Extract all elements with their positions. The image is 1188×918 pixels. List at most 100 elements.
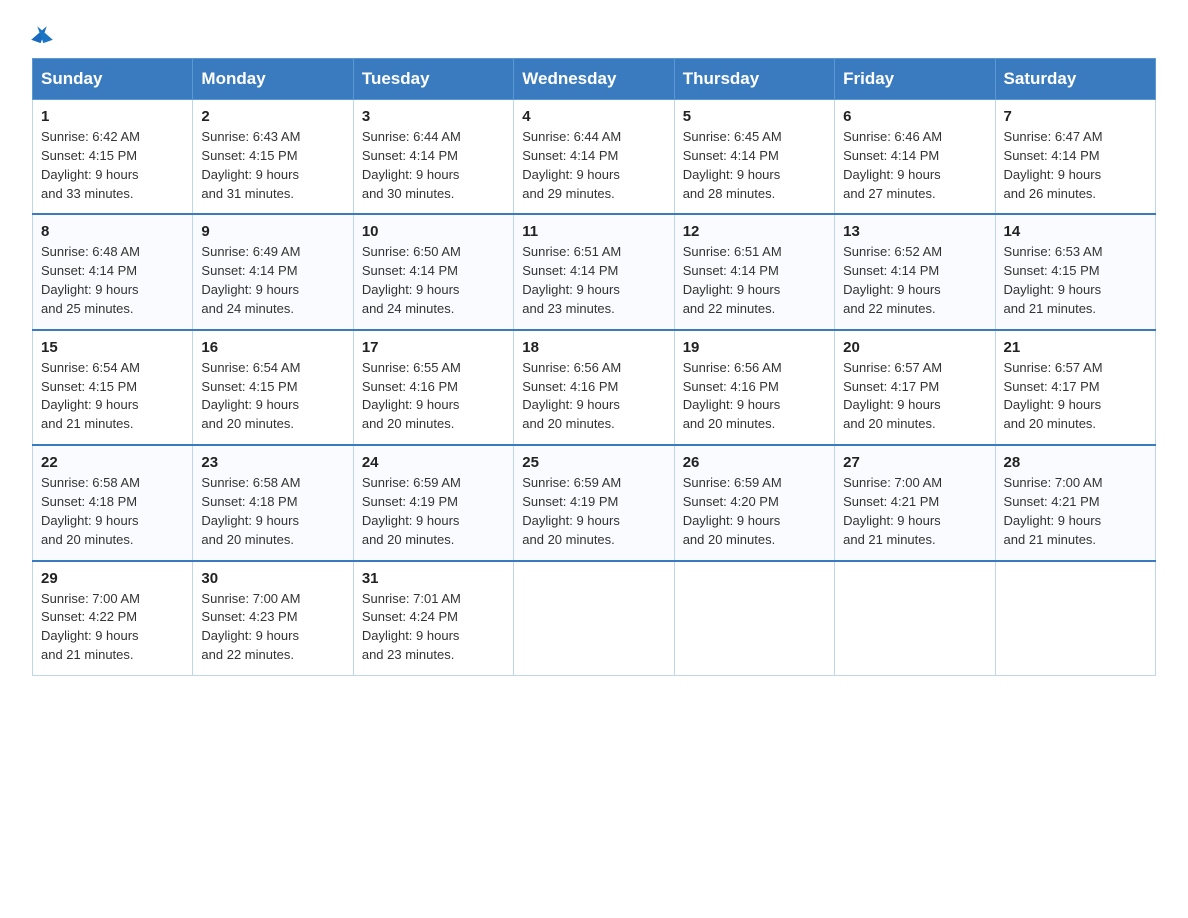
day-info: Sunrise: 6:58 AMSunset: 4:18 PMDaylight:…	[201, 475, 300, 547]
calendar-cell: 20 Sunrise: 6:57 AMSunset: 4:17 PMDaylig…	[835, 330, 995, 445]
column-header-sunday: Sunday	[33, 59, 193, 100]
day-number: 25	[522, 454, 665, 471]
calendar-week-row: 1 Sunrise: 6:42 AMSunset: 4:15 PMDayligh…	[33, 100, 1156, 215]
day-number: 23	[201, 454, 344, 471]
day-info: Sunrise: 6:57 AMSunset: 4:17 PMDaylight:…	[1004, 360, 1103, 432]
calendar-cell: 28 Sunrise: 7:00 AMSunset: 4:21 PMDaylig…	[995, 445, 1155, 560]
day-number: 12	[683, 223, 826, 240]
calendar-cell: 23 Sunrise: 6:58 AMSunset: 4:18 PMDaylig…	[193, 445, 353, 560]
calendar-cell: 12 Sunrise: 6:51 AMSunset: 4:14 PMDaylig…	[674, 214, 834, 329]
calendar-cell: 21 Sunrise: 6:57 AMSunset: 4:17 PMDaylig…	[995, 330, 1155, 445]
calendar-cell	[514, 561, 674, 676]
day-number: 21	[1004, 339, 1147, 356]
day-number: 7	[1004, 108, 1147, 125]
calendar-cell: 5 Sunrise: 6:45 AMSunset: 4:14 PMDayligh…	[674, 100, 834, 215]
calendar-week-row: 15 Sunrise: 6:54 AMSunset: 4:15 PMDaylig…	[33, 330, 1156, 445]
day-number: 19	[683, 339, 826, 356]
day-number: 13	[843, 223, 986, 240]
calendar-cell	[995, 561, 1155, 676]
day-info: Sunrise: 6:50 AMSunset: 4:14 PMDaylight:…	[362, 244, 461, 316]
day-number: 1	[41, 108, 184, 125]
day-number: 28	[1004, 454, 1147, 471]
day-info: Sunrise: 6:57 AMSunset: 4:17 PMDaylight:…	[843, 360, 942, 432]
day-info: Sunrise: 6:47 AMSunset: 4:14 PMDaylight:…	[1004, 129, 1103, 201]
calendar-cell: 1 Sunrise: 6:42 AMSunset: 4:15 PMDayligh…	[33, 100, 193, 215]
calendar-cell: 30 Sunrise: 7:00 AMSunset: 4:23 PMDaylig…	[193, 561, 353, 676]
day-number: 15	[41, 339, 184, 356]
day-number: 10	[362, 223, 505, 240]
calendar-cell: 24 Sunrise: 6:59 AMSunset: 4:19 PMDaylig…	[353, 445, 513, 560]
day-number: 18	[522, 339, 665, 356]
calendar-week-row: 22 Sunrise: 6:58 AMSunset: 4:18 PMDaylig…	[33, 445, 1156, 560]
day-info: Sunrise: 6:51 AMSunset: 4:14 PMDaylight:…	[522, 244, 621, 316]
page-header	[32, 24, 1156, 38]
calendar-cell: 31 Sunrise: 7:01 AMSunset: 4:24 PMDaylig…	[353, 561, 513, 676]
day-number: 30	[201, 570, 344, 587]
calendar-cell: 17 Sunrise: 6:55 AMSunset: 4:16 PMDaylig…	[353, 330, 513, 445]
day-info: Sunrise: 7:00 AMSunset: 4:21 PMDaylight:…	[1004, 475, 1103, 547]
day-number: 17	[362, 339, 505, 356]
calendar-cell: 2 Sunrise: 6:43 AMSunset: 4:15 PMDayligh…	[193, 100, 353, 215]
day-number: 26	[683, 454, 826, 471]
day-info: Sunrise: 6:43 AMSunset: 4:15 PMDaylight:…	[201, 129, 300, 201]
column-header-monday: Monday	[193, 59, 353, 100]
calendar-cell: 19 Sunrise: 6:56 AMSunset: 4:16 PMDaylig…	[674, 330, 834, 445]
day-info: Sunrise: 6:52 AMSunset: 4:14 PMDaylight:…	[843, 244, 942, 316]
calendar-cell: 7 Sunrise: 6:47 AMSunset: 4:14 PMDayligh…	[995, 100, 1155, 215]
calendar-cell: 8 Sunrise: 6:48 AMSunset: 4:14 PMDayligh…	[33, 214, 193, 329]
day-info: Sunrise: 6:44 AMSunset: 4:14 PMDaylight:…	[522, 129, 621, 201]
calendar-header-row: SundayMondayTuesdayWednesdayThursdayFrid…	[33, 59, 1156, 100]
column-header-friday: Friday	[835, 59, 995, 100]
calendar-cell	[674, 561, 834, 676]
calendar-cell: 14 Sunrise: 6:53 AMSunset: 4:15 PMDaylig…	[995, 214, 1155, 329]
day-number: 22	[41, 454, 184, 471]
day-number: 29	[41, 570, 184, 587]
day-info: Sunrise: 6:56 AMSunset: 4:16 PMDaylight:…	[683, 360, 782, 432]
day-info: Sunrise: 6:46 AMSunset: 4:14 PMDaylight:…	[843, 129, 942, 201]
day-number: 24	[362, 454, 505, 471]
day-number: 31	[362, 570, 505, 587]
calendar-cell: 11 Sunrise: 6:51 AMSunset: 4:14 PMDaylig…	[514, 214, 674, 329]
calendar-cell: 6 Sunrise: 6:46 AMSunset: 4:14 PMDayligh…	[835, 100, 995, 215]
day-info: Sunrise: 6:59 AMSunset: 4:19 PMDaylight:…	[522, 475, 621, 547]
day-info: Sunrise: 6:55 AMSunset: 4:16 PMDaylight:…	[362, 360, 461, 432]
day-number: 6	[843, 108, 986, 125]
day-info: Sunrise: 7:00 AMSunset: 4:23 PMDaylight:…	[201, 591, 300, 663]
day-number: 20	[843, 339, 986, 356]
column-header-tuesday: Tuesday	[353, 59, 513, 100]
day-info: Sunrise: 7:00 AMSunset: 4:22 PMDaylight:…	[41, 591, 140, 663]
day-info: Sunrise: 6:59 AMSunset: 4:19 PMDaylight:…	[362, 475, 461, 547]
column-header-thursday: Thursday	[674, 59, 834, 100]
calendar-cell: 16 Sunrise: 6:54 AMSunset: 4:15 PMDaylig…	[193, 330, 353, 445]
day-info: Sunrise: 6:42 AMSunset: 4:15 PMDaylight:…	[41, 129, 140, 201]
day-info: Sunrise: 6:51 AMSunset: 4:14 PMDaylight:…	[683, 244, 782, 316]
calendar-cell	[835, 561, 995, 676]
calendar-cell: 27 Sunrise: 7:00 AMSunset: 4:21 PMDaylig…	[835, 445, 995, 560]
calendar-cell: 26 Sunrise: 6:59 AMSunset: 4:20 PMDaylig…	[674, 445, 834, 560]
day-info: Sunrise: 6:48 AMSunset: 4:14 PMDaylight:…	[41, 244, 140, 316]
logo	[32, 24, 50, 38]
calendar-cell: 4 Sunrise: 6:44 AMSunset: 4:14 PMDayligh…	[514, 100, 674, 215]
day-info: Sunrise: 7:00 AMSunset: 4:21 PMDaylight:…	[843, 475, 942, 547]
day-info: Sunrise: 6:45 AMSunset: 4:14 PMDaylight:…	[683, 129, 782, 201]
calendar-week-row: 8 Sunrise: 6:48 AMSunset: 4:14 PMDayligh…	[33, 214, 1156, 329]
calendar-cell: 22 Sunrise: 6:58 AMSunset: 4:18 PMDaylig…	[33, 445, 193, 560]
calendar-table: SundayMondayTuesdayWednesdayThursdayFrid…	[32, 58, 1156, 676]
day-info: Sunrise: 6:56 AMSunset: 4:16 PMDaylight:…	[522, 360, 621, 432]
day-number: 9	[201, 223, 344, 240]
day-info: Sunrise: 6:53 AMSunset: 4:15 PMDaylight:…	[1004, 244, 1103, 316]
calendar-cell: 3 Sunrise: 6:44 AMSunset: 4:14 PMDayligh…	[353, 100, 513, 215]
calendar-cell: 18 Sunrise: 6:56 AMSunset: 4:16 PMDaylig…	[514, 330, 674, 445]
day-info: Sunrise: 6:44 AMSunset: 4:14 PMDaylight:…	[362, 129, 461, 201]
day-number: 16	[201, 339, 344, 356]
calendar-cell: 15 Sunrise: 6:54 AMSunset: 4:15 PMDaylig…	[33, 330, 193, 445]
day-number: 11	[522, 223, 665, 240]
day-number: 3	[362, 108, 505, 125]
day-info: Sunrise: 6:54 AMSunset: 4:15 PMDaylight:…	[41, 360, 140, 432]
day-info: Sunrise: 6:54 AMSunset: 4:15 PMDaylight:…	[201, 360, 300, 432]
day-number: 8	[41, 223, 184, 240]
day-info: Sunrise: 6:58 AMSunset: 4:18 PMDaylight:…	[41, 475, 140, 547]
day-info: Sunrise: 7:01 AMSunset: 4:24 PMDaylight:…	[362, 591, 461, 663]
day-number: 5	[683, 108, 826, 125]
calendar-cell: 25 Sunrise: 6:59 AMSunset: 4:19 PMDaylig…	[514, 445, 674, 560]
